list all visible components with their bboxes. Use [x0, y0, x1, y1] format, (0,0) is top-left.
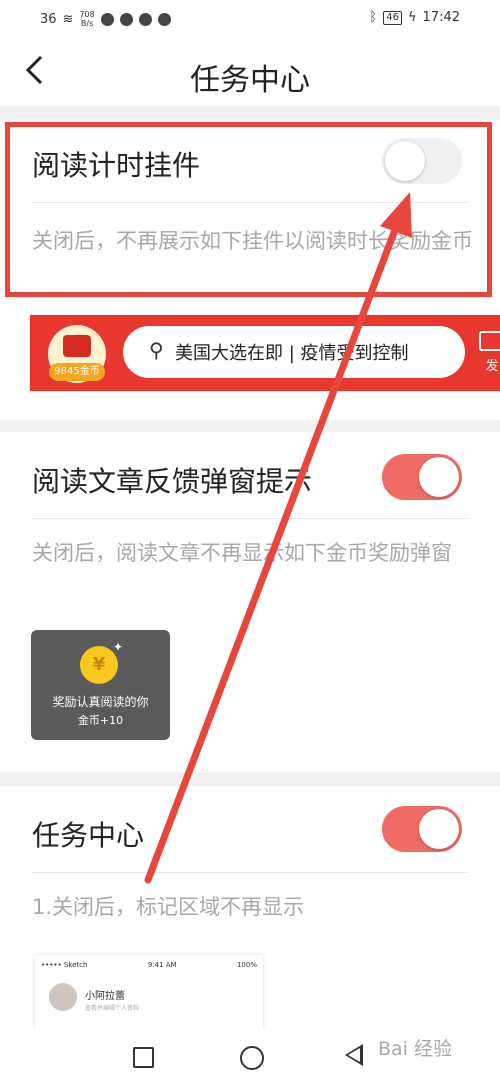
- annotation-arrow: [144, 192, 412, 884]
- baidu-watermark: Bai 经验: [378, 1038, 452, 1060]
- home-button[interactable]: [240, 1046, 264, 1070]
- recents-button[interactable]: [133, 1047, 154, 1068]
- back-nav-button[interactable]: [345, 1044, 363, 1066]
